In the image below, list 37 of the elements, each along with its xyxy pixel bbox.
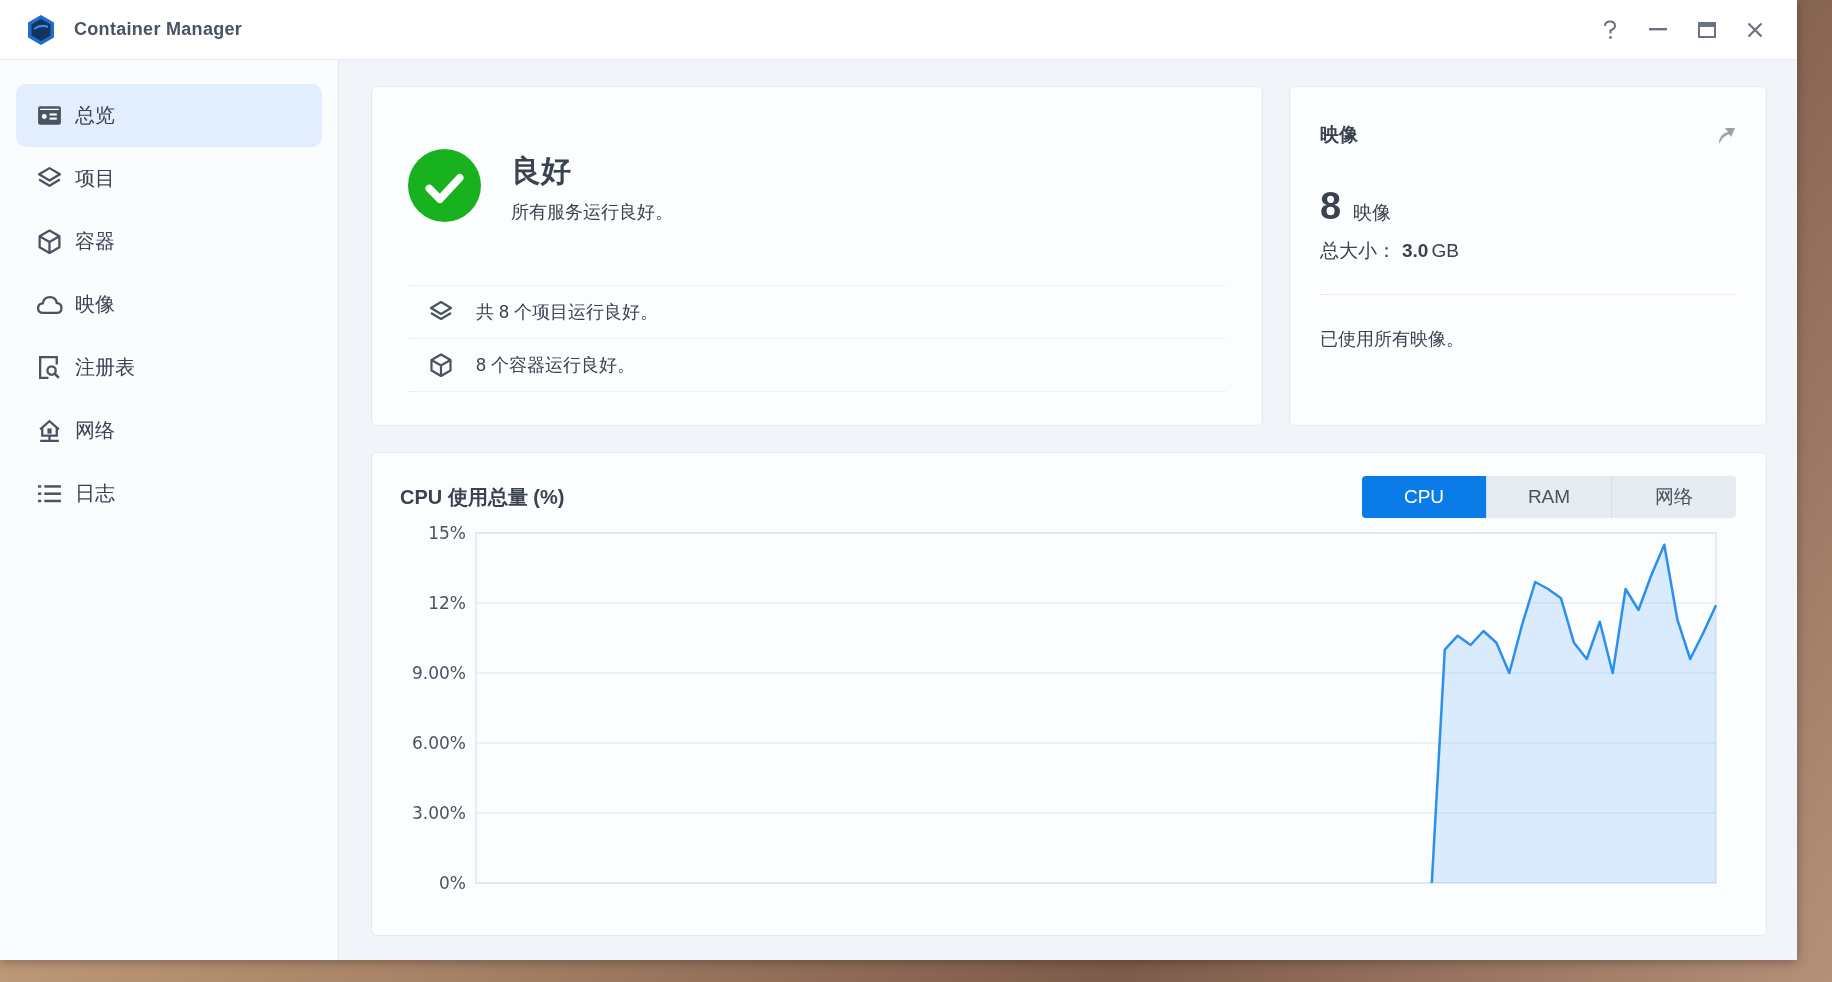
- status-row-text: 共 8 个项目运行良好。: [476, 301, 658, 324]
- cube-icon: [428, 352, 454, 378]
- close-icon[interactable]: [1747, 21, 1763, 38]
- chart-tab[interactable]: RAM: [1486, 476, 1611, 518]
- sidebar-item[interactable]: 容器: [16, 210, 322, 273]
- size-label: 总大小：: [1320, 239, 1396, 263]
- sidebar-item[interactable]: 注册表: [16, 336, 322, 399]
- sidebar-item[interactable]: 总览: [16, 84, 322, 147]
- y-axis-label: 15%: [428, 523, 466, 543]
- hexagon-logo-icon: [26, 13, 56, 46]
- image-count: 8: [1320, 185, 1342, 228]
- card-title: 映像: [1320, 123, 1358, 147]
- sidebar-item[interactable]: 网络: [16, 399, 322, 462]
- chart-tab[interactable]: 网络: [1611, 476, 1736, 518]
- chart-tab[interactable]: CPU: [1362, 476, 1486, 518]
- cube-icon: [36, 228, 63, 255]
- sidebar-item[interactable]: 映像: [16, 273, 322, 336]
- sidebar-item[interactable]: 日志: [16, 462, 322, 525]
- chart-title: CPU 使用总量 (%): [400, 484, 565, 510]
- size-value: 3.0: [1402, 240, 1429, 262]
- status-title: 良好: [511, 153, 572, 189]
- window-title: Container Manager: [74, 19, 243, 40]
- y-axis-label: 9.00%: [412, 663, 466, 683]
- sidebar-item[interactable]: 项目: [16, 147, 322, 210]
- maximize-icon[interactable]: [1698, 21, 1716, 38]
- y-axis-label: 0%: [439, 873, 466, 893]
- arrow-icon[interactable]: [1716, 125, 1736, 145]
- help-icon[interactable]: [1602, 19, 1618, 40]
- status-row-text: 8 个容器运行良好。: [476, 354, 635, 377]
- count-label: 映像: [1353, 201, 1392, 225]
- size-unit: GB: [1431, 240, 1459, 262]
- y-axis-label: 3.00%: [412, 803, 466, 823]
- images-note: 已使用所有映像。: [1320, 328, 1465, 351]
- y-axis-label: 6.00%: [412, 733, 466, 753]
- status-message: 所有服务运行良好。: [511, 201, 673, 224]
- minimize-icon[interactable]: [1649, 28, 1667, 31]
- y-axis-label: 12%: [428, 593, 466, 613]
